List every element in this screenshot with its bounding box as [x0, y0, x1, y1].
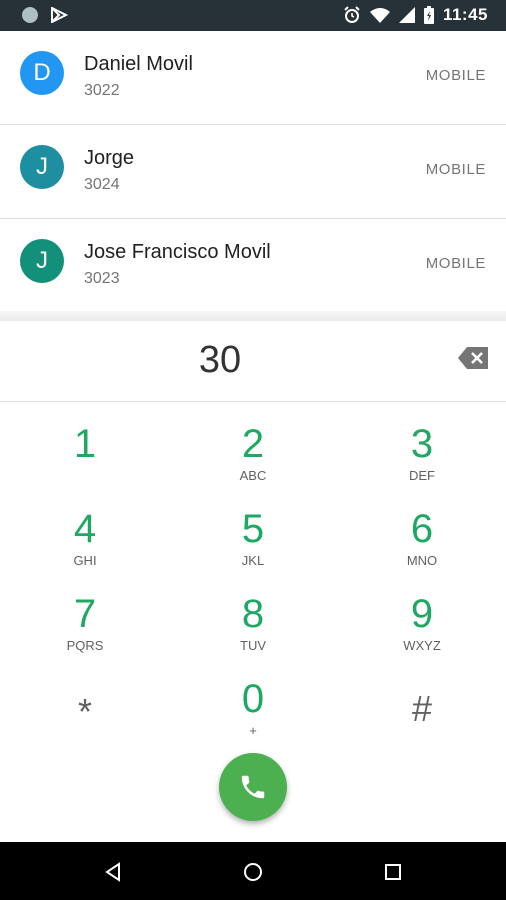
key-1[interactable]: 1 [25, 422, 145, 502]
key-digit: 6 [410, 507, 434, 551]
key-digit: 4 [73, 507, 97, 551]
phone-type-label: MOBILE [425, 255, 486, 272]
key-letters: DEF [409, 468, 435, 483]
key-letters: + [249, 723, 257, 738]
key-6[interactable]: 6 MNO [362, 507, 482, 587]
key-9[interactable]: 9 WXYZ [362, 592, 482, 672]
key-0[interactable]: 0 + [193, 677, 313, 757]
key-digit: # [411, 688, 433, 729]
key-letters: TUV [240, 638, 266, 653]
key-star[interactable]: * [25, 690, 145, 770]
call-button[interactable] [219, 753, 287, 821]
clock: 11:45 [442, 5, 488, 24]
key-3[interactable]: 3 DEF [362, 422, 482, 502]
key-letters: MNO [406, 553, 438, 568]
contact-name: Daniel Movil [84, 53, 193, 75]
key-digit: * [77, 691, 92, 732]
recents-icon[interactable] [381, 860, 405, 884]
key-digit: 3 [410, 422, 434, 466]
signal-icon [398, 7, 415, 23]
play-store-icon [51, 7, 68, 23]
key-digit: 2 [241, 422, 265, 466]
navigation-bar [0, 842, 506, 900]
alarm-icon [344, 6, 360, 23]
key-8[interactable]: 8 TUV [193, 592, 313, 672]
key-hash[interactable]: # [362, 687, 482, 767]
contact-row[interactable]: D Daniel Movil 3022 MOBILE [0, 31, 506, 125]
contact-number: 3022 [84, 82, 120, 99]
key-letters: JKL [241, 553, 265, 568]
key-letters: ABC [239, 468, 267, 483]
key-digit: 0 [241, 677, 265, 721]
key-5[interactable]: 5 JKL [193, 507, 313, 587]
key-digit: 7 [73, 592, 97, 636]
key-2[interactable]: 2 ABC [193, 422, 313, 502]
phone-icon [241, 775, 265, 799]
contact-name: Jose Francisco Movil [84, 241, 271, 263]
avatar: J [20, 239, 64, 283]
contact-name: Jorge [84, 147, 135, 169]
wifi-icon [369, 8, 390, 23]
backspace-icon[interactable] [458, 347, 488, 369]
key-letters: GHI [73, 553, 97, 568]
phone-type-label: MOBILE [425, 67, 486, 84]
digits-bar: 30 [0, 321, 506, 402]
home-icon[interactable] [241, 860, 265, 884]
key-digit: 9 [410, 592, 434, 636]
key-letters: WXYZ [403, 638, 441, 653]
contact-suggestions-list: D Daniel Movil 3022 MOBILE J Jorge 3024 … [0, 31, 506, 313]
avatar: J [20, 145, 64, 189]
contact-row[interactable]: J Jorge 3024 MOBILE [0, 125, 506, 219]
dialed-digits[interactable]: 30 [0, 339, 440, 382]
key-letters: PQRS [66, 638, 104, 653]
key-7[interactable]: 7 PQRS [25, 592, 145, 672]
contact-number: 3024 [84, 176, 120, 193]
contact-row[interactable]: J Jose Francisco Movil 3023 MOBILE [0, 219, 506, 313]
phone-type-label: MOBILE [425, 161, 486, 178]
contact-number: 3023 [84, 270, 120, 287]
battery-icon [423, 6, 434, 24]
key-digit: 8 [241, 592, 265, 636]
key-digit: 1 [73, 422, 97, 466]
divider [0, 311, 506, 321]
key-4[interactable]: 4 GHI [25, 507, 145, 587]
back-icon[interactable] [101, 860, 125, 884]
key-digit: 5 [241, 507, 265, 551]
status-bar: 11:45 [0, 0, 506, 31]
notification-dot-icon [22, 7, 38, 23]
avatar: D [20, 51, 64, 95]
